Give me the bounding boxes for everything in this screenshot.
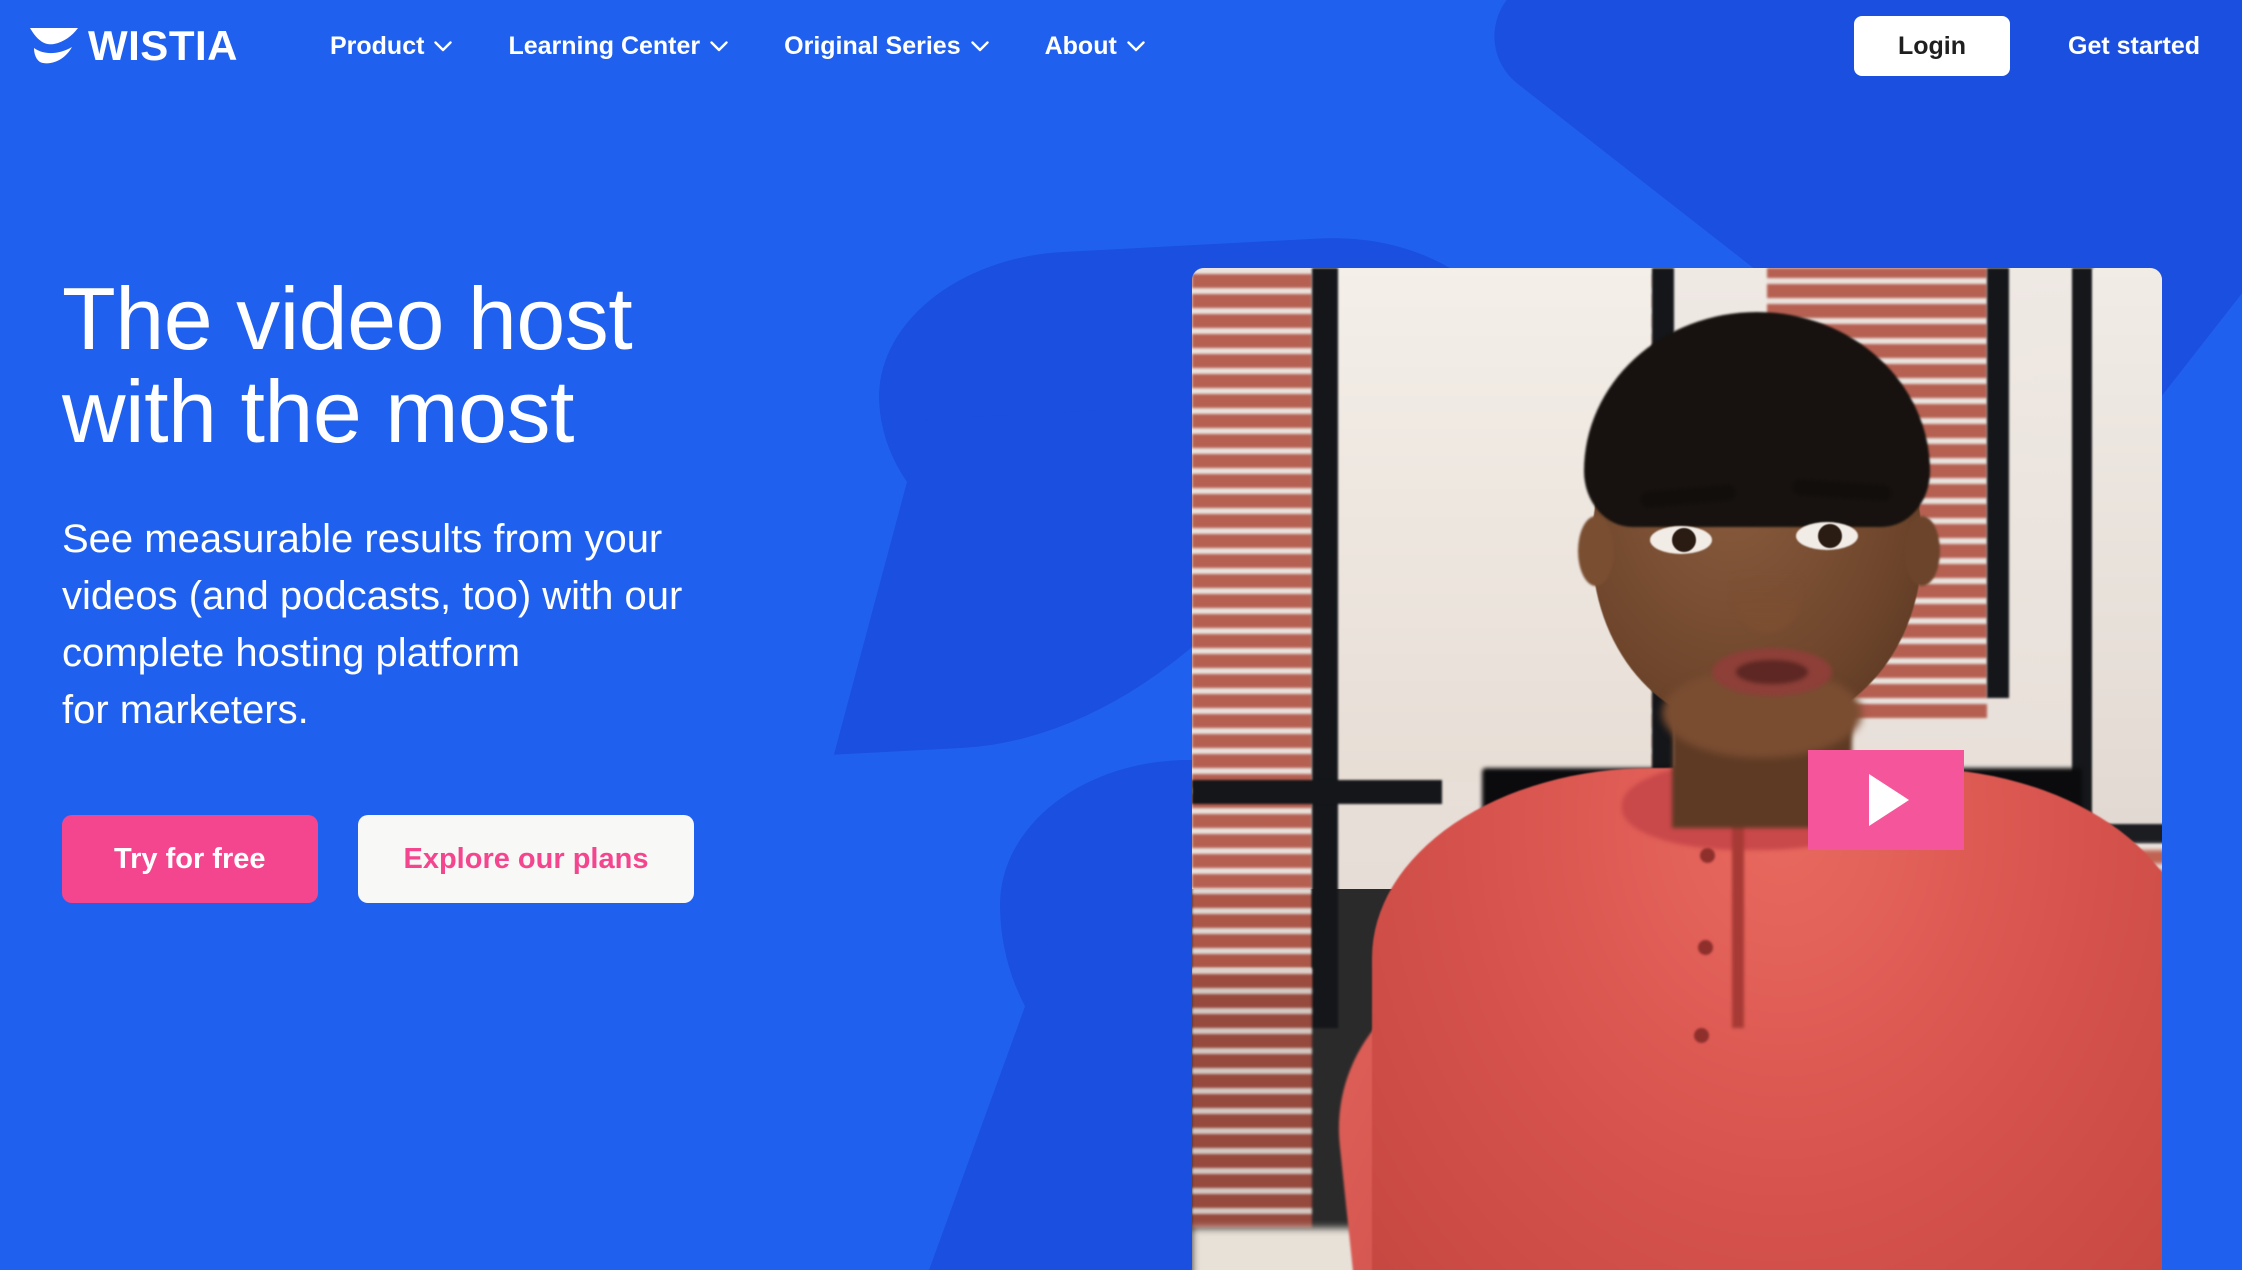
video-bg-window-frame bbox=[1192, 780, 1442, 804]
nav-item-about[interactable]: About bbox=[1017, 32, 1173, 61]
video-person-mouth-inner bbox=[1736, 660, 1808, 684]
video-bg-window-frame bbox=[1312, 268, 1338, 1028]
hero-video-player[interactable] bbox=[1192, 268, 2162, 1270]
video-person-nose bbox=[1732, 558, 1802, 632]
site-header: WISTIA Product Learning Center Original … bbox=[0, 0, 2242, 92]
wistia-logo-wordmark: WISTIA bbox=[88, 22, 238, 69]
explore-our-plans-button[interactable]: Explore our plans bbox=[357, 815, 695, 904]
video-person-shirt-button bbox=[1694, 1028, 1709, 1043]
nav-item-about-label: About bbox=[1044, 31, 1117, 60]
login-button[interactable]: Login bbox=[1853, 16, 2011, 76]
try-for-free-button[interactable]: Try for free bbox=[62, 815, 318, 904]
video-person-shirt-button bbox=[1698, 940, 1713, 955]
nav-item-original-series[interactable]: Original Series bbox=[756, 32, 1016, 61]
video-bg-window-pane bbox=[2092, 268, 2162, 828]
nav-item-original-series-label: Original Series bbox=[784, 31, 961, 60]
hero-page: WISTIA Product Learning Center Original … bbox=[0, 0, 2242, 1270]
hero-cta-row: Try for free Explore our plans bbox=[62, 815, 902, 904]
video-person-pupil bbox=[1818, 524, 1842, 548]
chevron-down-icon bbox=[434, 40, 453, 51]
video-person-ear bbox=[1578, 516, 1614, 586]
video-bg-brick bbox=[1192, 968, 1312, 1228]
wistia-wave-logo-icon bbox=[30, 28, 78, 64]
wistia-logo[interactable]: WISTIA bbox=[28, 24, 238, 68]
chevron-down-icon bbox=[710, 40, 728, 51]
video-bg-window-frame bbox=[2072, 268, 2094, 828]
main-navigation: Product Learning Center Original Series … bbox=[302, 32, 1173, 61]
chevron-down-icon bbox=[1127, 40, 1145, 51]
video-play-button[interactable] bbox=[1808, 750, 1964, 850]
nav-item-product-label: Product bbox=[329, 31, 425, 60]
get-started-button[interactable]: Get started bbox=[2058, 32, 2210, 61]
chevron-down-icon bbox=[970, 40, 989, 51]
video-bg-brick bbox=[1192, 268, 1312, 988]
nav-item-learning-center[interactable]: Learning Center bbox=[480, 32, 756, 61]
play-triangle-icon bbox=[1869, 774, 1909, 826]
page-title: The video host with the most bbox=[62, 269, 633, 462]
nav-item-product[interactable]: Product bbox=[302, 32, 480, 61]
video-person-pupil bbox=[1672, 528, 1696, 552]
video-thumbnail bbox=[1192, 268, 2162, 1270]
video-bg-window-frame bbox=[1987, 268, 2009, 698]
nav-item-learning-center-label: Learning Center bbox=[508, 31, 701, 60]
hero-subtitle: See measurable results from your videos … bbox=[62, 516, 683, 733]
video-person-ear bbox=[1904, 516, 1940, 586]
hero-content: The video host with the most See measura… bbox=[62, 269, 902, 904]
video-person-shirt-button bbox=[1700, 848, 1715, 863]
